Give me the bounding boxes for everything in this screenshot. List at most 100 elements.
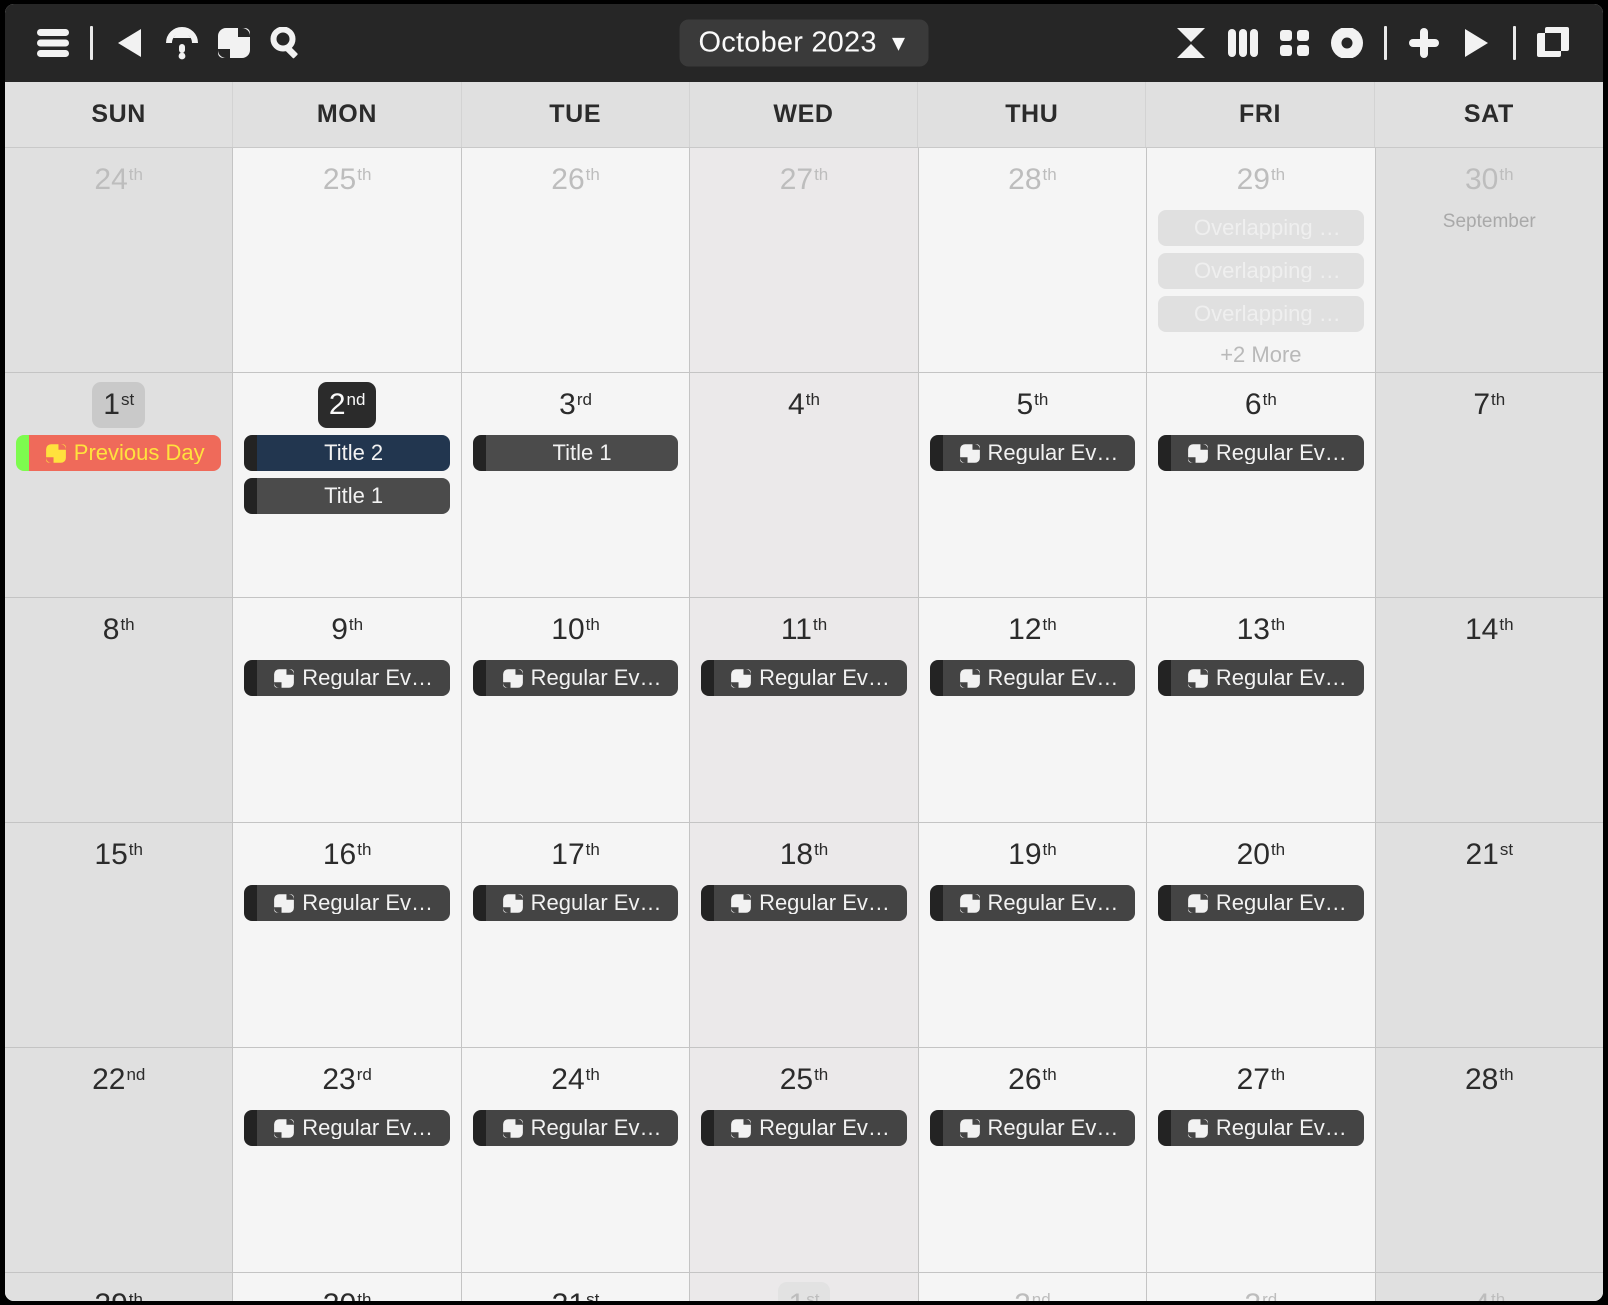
calendar-event[interactable]: Regular Ev… (701, 885, 907, 921)
calendar-event[interactable]: Previous Day (16, 435, 222, 471)
calendar-event[interactable]: Regular Ev… (244, 885, 450, 921)
day-cell[interactable]: 16th Regular Ev… (233, 823, 461, 1047)
day-cell[interactable]: 18th Regular Ev… (690, 823, 918, 1047)
today-icon[interactable] (156, 17, 208, 69)
calendar-event[interactable]: Title 1 (244, 478, 450, 514)
calendar-event[interactable]: Regular Ev… (929, 435, 1136, 471)
day-number: 22nd (92, 1063, 146, 1096)
day-ordinal-suffix: th (1042, 615, 1057, 634)
day-cell[interactable]: 26th Regular Ev… (918, 1048, 1147, 1272)
day-cell[interactable]: 21st (1375, 823, 1603, 1047)
day-cell[interactable]: 31stHalloweenRegular Ev… (461, 1273, 690, 1301)
day-cell[interactable]: 1st Previous Day (5, 373, 233, 597)
event-color-stripe (244, 1110, 258, 1146)
day-cell[interactable]: 4th (690, 373, 918, 597)
chevron-down-icon: ▼ (887, 30, 910, 55)
day-cell[interactable]: 30thRegular Ev… (233, 1273, 461, 1301)
day-ordinal-suffix: th (1034, 390, 1049, 409)
add-icon[interactable] (1398, 17, 1450, 69)
calendar-event[interactable]: Regular Ev… (1158, 660, 1364, 696)
repeat-icon (45, 443, 66, 463)
calendar-event[interactable]: Regular Ev… (472, 1110, 679, 1146)
month-selector-button[interactable]: October 2023 ▼ (679, 19, 929, 67)
day-cell[interactable]: 17th Regular Ev… (461, 823, 690, 1047)
day-cell[interactable]: 26th (461, 148, 690, 372)
day-cell[interactable]: 28th (918, 148, 1147, 372)
calendar-event[interactable]: Regular Ev… (1158, 885, 1364, 921)
columns-view-icon[interactable] (1217, 17, 1269, 69)
day-cell[interactable]: 25th (233, 148, 461, 372)
day-cell[interactable]: 29th (5, 1273, 233, 1301)
calendar-event[interactable]: Regular Ev… (244, 660, 450, 696)
event-color-stripe (1158, 296, 1172, 332)
event-body: Regular Ev… (714, 885, 907, 921)
repeat-icon[interactable] (208, 17, 260, 69)
month-title-label: October 2023 (698, 26, 877, 59)
day-cell[interactable]: 9th Regular Ev… (233, 598, 461, 822)
day-cell[interactable]: 1stNovemberFirst Day 1First Day 2Regular… (690, 1273, 918, 1301)
repeat-icon (731, 668, 751, 688)
weekday-header-row: SUN MON TUE WED THU FRI SAT (5, 82, 1603, 148)
event-color-stripe (701, 1110, 715, 1146)
day-cell[interactable]: 11th Regular Ev… (690, 598, 918, 822)
calendar-event[interactable]: Title 2 (244, 435, 450, 471)
day-cell[interactable]: 13th Regular Ev… (1147, 598, 1375, 822)
window-icon[interactable] (1527, 17, 1579, 69)
day-cell[interactable]: 20th Regular Ev… (1147, 823, 1375, 1047)
day-cell[interactable]: 19th Regular Ev… (918, 823, 1147, 1047)
eye-icon[interactable] (1321, 17, 1373, 69)
day-cell[interactable]: 27th Regular Ev… (1147, 1048, 1375, 1272)
collapse-icon[interactable] (1165, 17, 1217, 69)
day-cell[interactable]: 14th (1375, 598, 1603, 822)
calendar-event[interactable]: Overlapping … (1158, 296, 1364, 332)
calendar-event[interactable]: Regular Ev… (1158, 435, 1364, 471)
day-number: 11th (780, 613, 828, 646)
day-cell[interactable]: 7th (1375, 373, 1603, 597)
day-cell[interactable]: 27th (690, 148, 918, 372)
day-ordinal-suffix: th (1270, 165, 1286, 184)
grid-view-icon[interactable] (1269, 17, 1321, 69)
calendar-event[interactable]: Regular Ev… (244, 1110, 450, 1146)
day-ordinal-suffix: th (1042, 165, 1057, 184)
day-cell[interactable]: 2ndRegular Ev… (918, 1273, 1147, 1301)
day-cell[interactable]: 24th Regular Ev… (461, 1048, 690, 1272)
day-cell[interactable]: 15th (5, 823, 233, 1047)
day-cell[interactable]: 22nd (5, 1048, 233, 1272)
day-cell[interactable]: 3rd Title 1 (461, 373, 690, 597)
day-ordinal-suffix: th (585, 165, 600, 184)
previous-icon[interactable] (104, 17, 156, 69)
day-cell[interactable]: 24th (5, 148, 233, 372)
day-ordinal-suffix: th (357, 840, 372, 859)
more-events-link[interactable]: +2 More (1220, 344, 1301, 366)
calendar-event[interactable]: Regular Ev… (1158, 1110, 1364, 1146)
day-cell[interactable]: 23rd Regular Ev… (233, 1048, 461, 1272)
calendar-event[interactable]: Regular Ev… (701, 660, 907, 696)
calendar-event[interactable]: Regular Ev… (472, 885, 679, 921)
play-icon[interactable] (1450, 17, 1502, 69)
day-cell[interactable]: 25th Regular Ev… (690, 1048, 918, 1272)
day-ordinal-suffix: th (128, 1290, 143, 1301)
calendar-event[interactable]: Regular Ev… (929, 660, 1136, 696)
search-icon[interactable] (260, 17, 312, 69)
day-cell[interactable]: 30th September (1375, 148, 1603, 372)
calendar-event[interactable]: Regular Ev… (472, 660, 679, 696)
day-cell[interactable]: 5th Regular Ev… (918, 373, 1147, 597)
menu-icon[interactable] (27, 17, 79, 69)
day-cell[interactable]: 10th Regular Ev… (461, 598, 690, 822)
calendar-event[interactable]: Regular Ev… (929, 885, 1136, 921)
calendar-event[interactable]: Overlapping … (1158, 253, 1364, 289)
calendar-event[interactable]: Overlapping … (1158, 210, 1364, 246)
calendar-event[interactable]: Regular Ev… (701, 1110, 907, 1146)
day-cell[interactable]: 6th Regular Ev… (1147, 373, 1375, 597)
day-number: 9th (331, 613, 364, 646)
day-cell[interactable]: 3rdRegular Ev… (1147, 1273, 1375, 1301)
day-cell[interactable]: 29th Overlapping … Overlapping … Overlappin… (1147, 148, 1375, 372)
day-cell[interactable]: 12th Regular Ev… (918, 598, 1147, 822)
day-cell[interactable]: 2nd Title 2 Title 1 (233, 373, 461, 597)
day-cell[interactable]: 4th (1375, 1273, 1603, 1301)
day-cell[interactable]: 28th (1375, 1048, 1603, 1272)
day-number: 4th (788, 388, 820, 421)
day-cell[interactable]: 8th (5, 598, 233, 822)
calendar-event[interactable]: Title 1 (472, 435, 679, 471)
calendar-event[interactable]: Regular Ev… (929, 1110, 1136, 1146)
